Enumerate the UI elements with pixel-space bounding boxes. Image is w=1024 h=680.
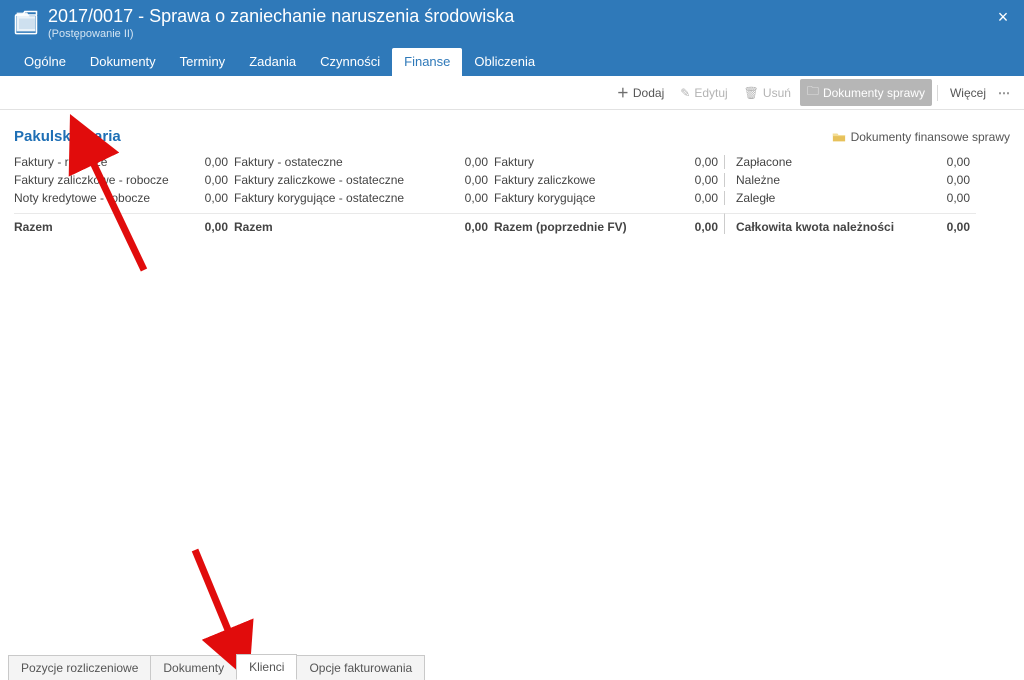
tab-finanse[interactable]: Finanse bbox=[392, 48, 462, 76]
folder-small-icon bbox=[832, 130, 846, 144]
column-separator bbox=[724, 213, 736, 234]
client-name-link[interactable]: Pakulska Daria bbox=[14, 128, 121, 145]
total-label: Całkowita kwota należności bbox=[736, 213, 916, 234]
total-value: 0,00 bbox=[174, 213, 234, 234]
cell-label: Faktury korygujące bbox=[494, 191, 664, 205]
case-file-icon bbox=[12, 8, 40, 36]
window-title: 2017/0017 - Sprawa o zaniechanie narusze… bbox=[48, 6, 514, 27]
case-financial-docs-link[interactable]: Dokumenty finansowe sprawy bbox=[832, 130, 1010, 144]
tab-terminy[interactable]: Terminy bbox=[168, 48, 238, 76]
bottom-tab-opcje[interactable]: Opcje fakturowania bbox=[296, 655, 425, 680]
cell-value: 0,00 bbox=[174, 155, 234, 169]
cell-value: 0,00 bbox=[434, 191, 494, 205]
total-label: Razem bbox=[234, 213, 434, 234]
tab-zadania[interactable]: Zadania bbox=[237, 48, 308, 76]
plus-icon: ＋ bbox=[617, 84, 629, 101]
column-separator bbox=[724, 173, 736, 187]
total-value: 0,00 bbox=[664, 213, 724, 234]
more-label: Więcej bbox=[950, 86, 986, 100]
cell-value: 0,00 bbox=[664, 173, 724, 187]
folder-icon: 🗀 bbox=[807, 82, 819, 103]
cell-label: Faktury - ostateczne bbox=[234, 155, 434, 169]
cell-value: 0,00 bbox=[916, 155, 976, 169]
cell-label: Zaległe bbox=[736, 191, 916, 205]
more-button[interactable]: Więcej bbox=[943, 83, 993, 103]
cell-value: 0,00 bbox=[434, 155, 494, 169]
close-button[interactable]: × bbox=[992, 6, 1014, 28]
add-button[interactable]: ＋ Dodaj bbox=[610, 81, 671, 104]
total-label: Razem (poprzednie FV) bbox=[494, 213, 664, 234]
toolbar-separator bbox=[937, 85, 938, 101]
window-subtitle: (Postępowanie II) bbox=[48, 28, 514, 40]
total-label: Razem bbox=[14, 213, 174, 234]
cell-value: 0,00 bbox=[916, 173, 976, 187]
total-value: 0,00 bbox=[916, 213, 976, 234]
cell-value: 0,00 bbox=[664, 191, 724, 205]
delete-button: 🗑 Usuń bbox=[737, 83, 798, 103]
cell-value: 0,00 bbox=[174, 173, 234, 187]
overflow-menu-icon[interactable]: ⋯ bbox=[995, 86, 1014, 100]
edit-button: ✎ Edytuj bbox=[673, 83, 734, 103]
cell-label: Faktury zaliczkowe bbox=[494, 173, 664, 187]
toolbar: ＋ Dodaj ✎ Edytuj 🗑 Usuń 🗀 Dokumenty spra… bbox=[0, 76, 1024, 110]
tab-ogolne[interactable]: Ogólne bbox=[12, 48, 78, 76]
tab-dokumenty[interactable]: Dokumenty bbox=[78, 48, 168, 76]
finance-summary-grid: Faktury - robocze 0,00 Faktury - ostatec… bbox=[14, 155, 1010, 234]
cell-value: 0,00 bbox=[664, 155, 724, 169]
trash-icon: 🗑 bbox=[744, 86, 759, 100]
pencil-icon: ✎ bbox=[680, 86, 690, 100]
bottom-tab-pozycje[interactable]: Pozycje rozliczeniowe bbox=[8, 655, 151, 680]
case-docs-label: Dokumenty sprawy bbox=[823, 86, 925, 100]
cell-value: 0,00 bbox=[434, 173, 494, 187]
bottom-tab-dokumenty[interactable]: Dokumenty bbox=[150, 655, 237, 680]
delete-label: Usuń bbox=[763, 86, 791, 100]
column-separator bbox=[724, 191, 736, 205]
cell-value: 0,00 bbox=[916, 191, 976, 205]
cell-label: Faktury zaliczkowe - ostateczne bbox=[234, 173, 434, 187]
edit-label: Edytuj bbox=[694, 86, 727, 100]
cell-value: 0,00 bbox=[174, 191, 234, 205]
cell-label: Faktury zaliczkowe - robocze bbox=[14, 173, 174, 187]
column-separator bbox=[724, 155, 736, 169]
bottom-tabs: Pozycje rozliczeniowe Dokumenty Klienci … bbox=[0, 652, 1024, 680]
total-value: 0,00 bbox=[434, 213, 494, 234]
cell-label: Faktury korygujące - ostateczne bbox=[234, 191, 434, 205]
fin-docs-label: Dokumenty finansowe sprawy bbox=[851, 130, 1010, 144]
bottom-tab-klienci[interactable]: Klienci bbox=[236, 654, 297, 680]
cell-label: Faktury - robocze bbox=[14, 155, 174, 169]
tab-obliczenia[interactable]: Obliczenia bbox=[462, 48, 547, 76]
cell-label: Należne bbox=[736, 173, 916, 187]
add-label: Dodaj bbox=[633, 86, 664, 100]
tab-czynnosci[interactable]: Czynności bbox=[308, 48, 392, 76]
main-nav: Ogólne Dokumenty Terminy Zadania Czynnoś… bbox=[12, 46, 1012, 76]
cell-label: Noty kredytowe - robocze bbox=[14, 191, 174, 205]
cell-label: Zapłacone bbox=[736, 155, 916, 169]
cell-label: Faktury bbox=[494, 155, 664, 169]
case-documents-button[interactable]: 🗀 Dokumenty sprawy bbox=[800, 79, 932, 106]
